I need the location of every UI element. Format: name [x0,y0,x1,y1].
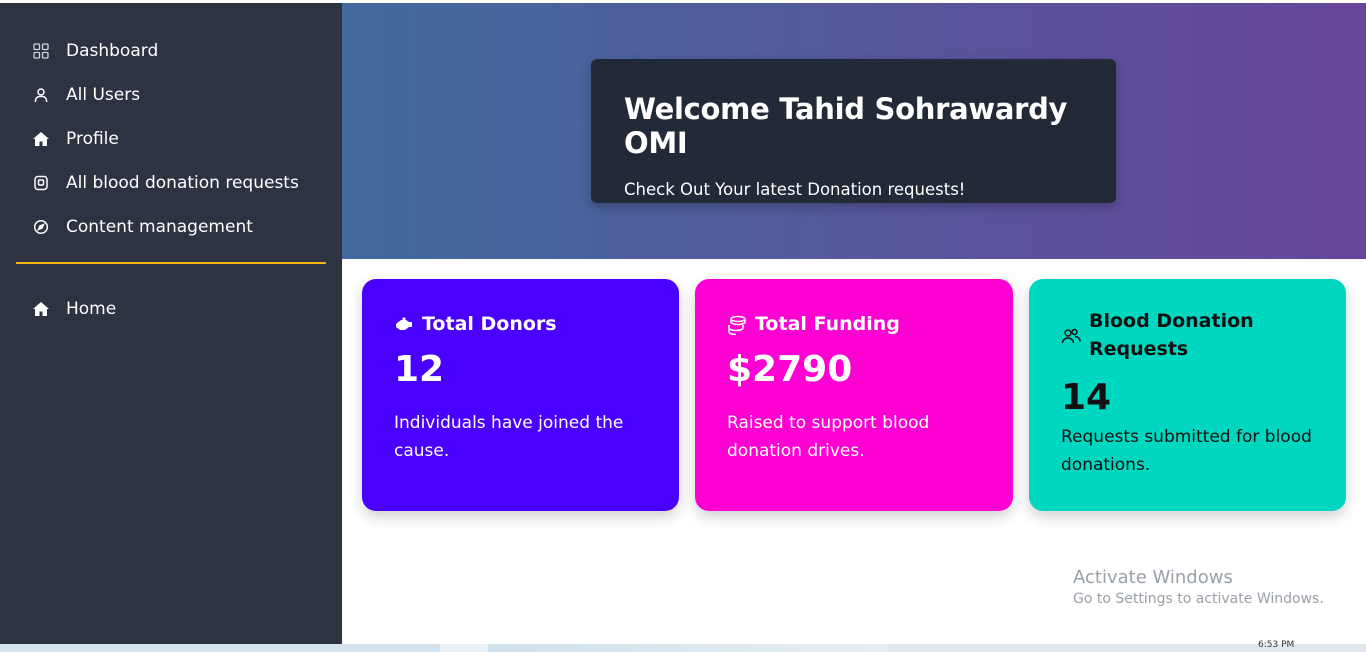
user-icon [32,86,50,104]
taskbar-segment [488,644,888,652]
watermark-title: Activate Windows [1073,567,1233,588]
card-header: Blood Donation Requests [1061,310,1289,363]
sidebar-item-content-management[interactable]: Content management [0,205,342,249]
watermark-subtitle: Go to Settings to activate Windows. [1073,591,1324,607]
sidebar-item-label: All Users [66,85,141,105]
card-value: 12 [394,349,445,390]
home-icon [32,300,50,318]
sidebar-item-label: Content management [66,217,253,237]
sidebar-item-label: All blood donation requests [66,173,299,193]
request-icon [32,174,50,192]
sidebar-item-label: Profile [66,129,119,149]
taskbar: 6:53 PM [0,640,1366,652]
card-description: Individuals have joined the cause. [394,413,624,461]
welcome-title: Welcome Tahid Sohrawardy OMI [624,92,1068,160]
donors-icon [394,315,414,335]
sidebar-item-label: Dashboard [66,41,159,61]
sidebar-item-blood-requests[interactable]: All blood donation requests [0,161,342,205]
card-description: Requests submitted for blood donations. [1061,427,1312,475]
sidebar-bottom-nav: Home [0,287,342,331]
sidebar-item-label: Home [66,299,117,319]
taskbar-segment [0,644,440,652]
welcome-card: Welcome Tahid Sohrawardy OMI Check Out Y… [591,59,1116,203]
activation-watermark: Activate Windows Go to Settings to activ… [1073,567,1324,607]
stat-card-total-funding: Total Funding $2790 Raised to support bl… [695,279,1013,511]
sidebar-item-profile[interactable]: Profile [0,117,342,161]
card-title: Total Donors [422,313,557,335]
sidebar-divider [16,262,326,264]
taskbar-clock[interactable]: 6:53 PM [1258,640,1294,650]
card-value: 14 [1061,377,1112,418]
sidebar-item-dashboard[interactable]: Dashboard [0,29,342,73]
stat-card-total-donors: Total Donors 12 Individuals have joined … [362,279,679,511]
grid-icon [32,42,50,60]
taskbar-segment [440,644,488,652]
home-icon [32,130,50,148]
card-title: Blood Donation Requests [1089,310,1254,360]
card-title: Total Funding [755,313,900,335]
card-header: Total Donors [394,313,557,335]
sidebar-item-all-users[interactable]: All Users [0,73,342,117]
card-header: Total Funding [727,313,900,335]
users-icon [1061,327,1081,347]
welcome-subtitle: Check Out Your latest Donation requests! [624,180,966,199]
stat-card-blood-requests: Blood Donation Requests 14 Requests subm… [1029,279,1346,511]
sidebar: Dashboard All Users Profile All blood do… [0,3,342,644]
compass-icon [32,218,50,236]
hero-banner: Welcome Tahid Sohrawardy OMI Check Out Y… [342,3,1366,259]
sidebar-item-home[interactable]: Home [0,287,342,331]
card-description: Raised to support blood donation drives. [727,413,930,461]
dashboard-app: Dashboard All Users Profile All blood do… [0,0,1366,652]
sidebar-nav: Dashboard All Users Profile All blood do… [0,3,342,249]
coins-icon [727,315,747,335]
card-value: $2790 [727,349,853,390]
